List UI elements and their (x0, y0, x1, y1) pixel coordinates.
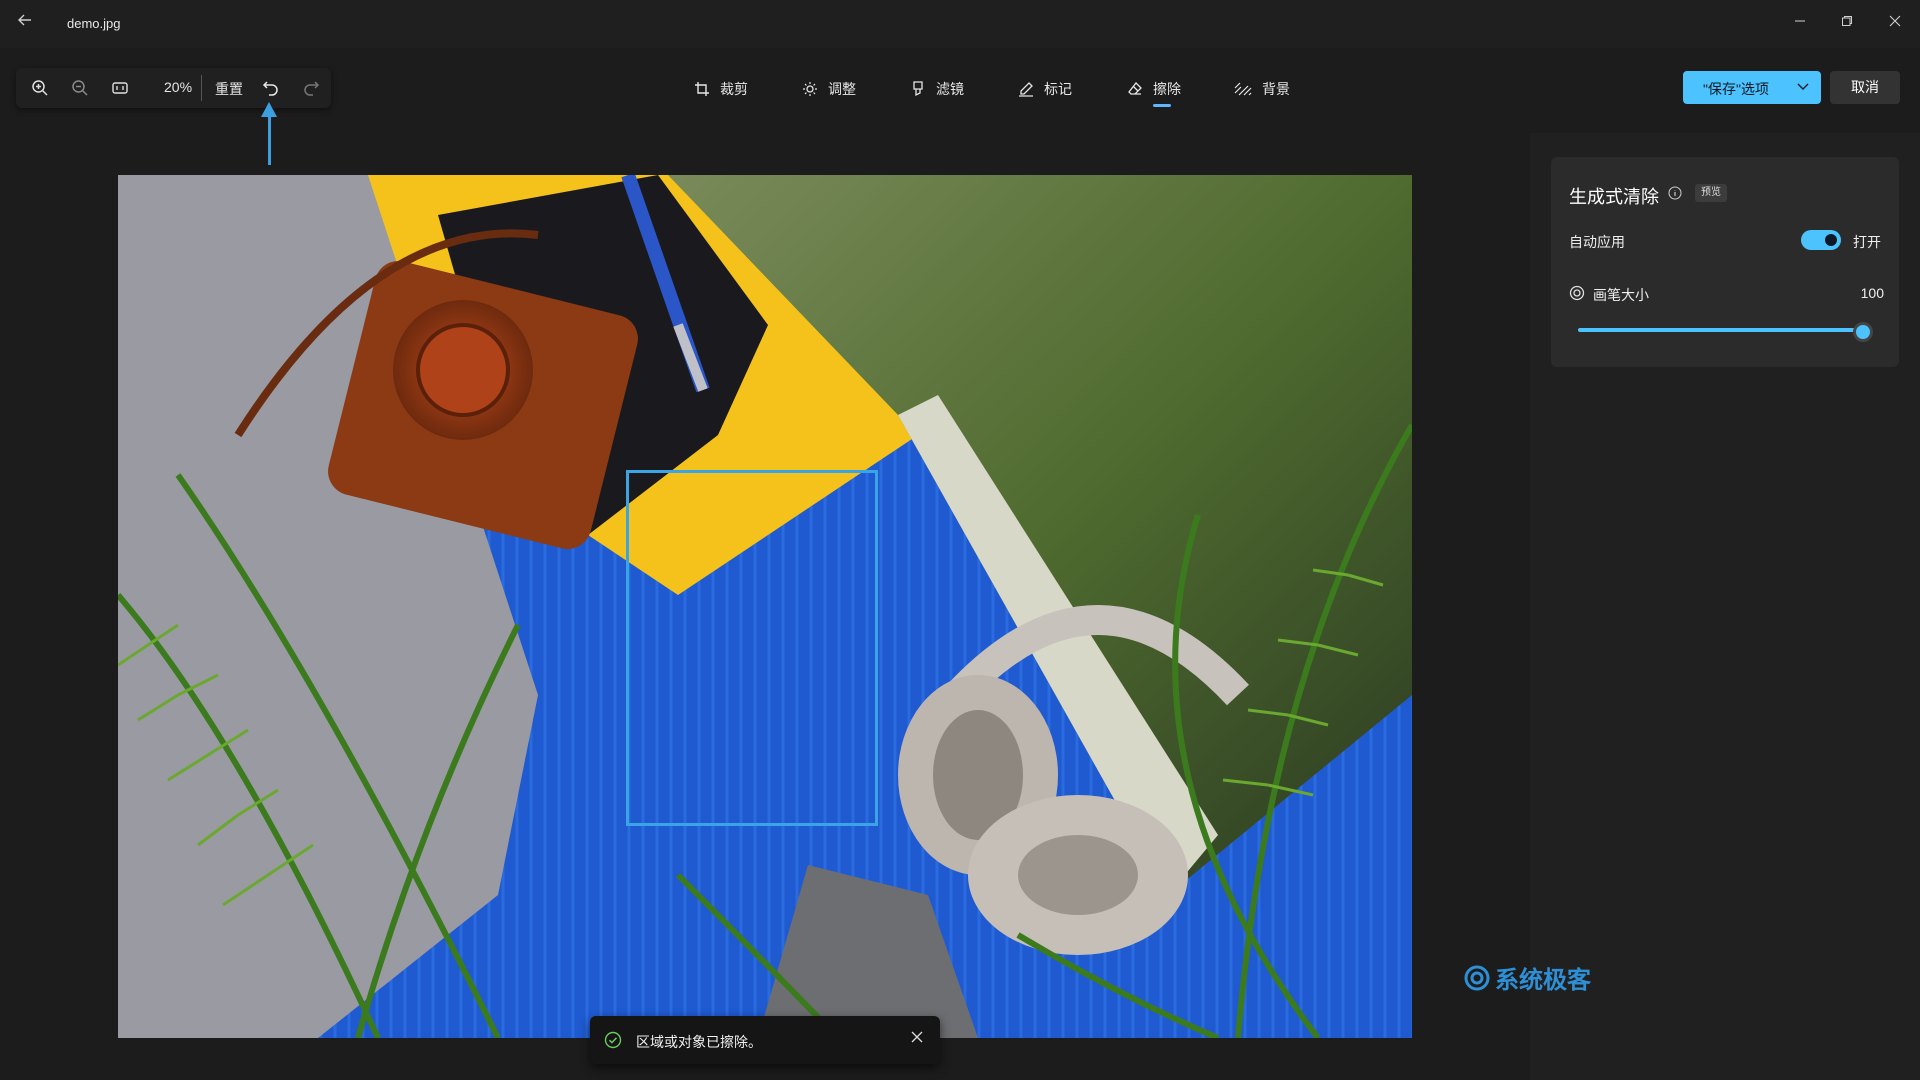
minimize-icon[interactable] (1785, 10, 1815, 36)
tab-label: 调整 (828, 81, 856, 97)
back-arrow-icon[interactable] (14, 12, 36, 34)
tab-label: 裁剪 (720, 81, 748, 97)
auto-apply-state: 打开 (1853, 234, 1881, 250)
filter-icon (913, 81, 923, 97)
title-bar: demo.jpg (0, 0, 1920, 48)
info-icon[interactable] (1668, 186, 1682, 200)
tab-background[interactable]: 背景 (1234, 74, 1290, 104)
auto-apply-toggle[interactable] (1801, 230, 1841, 250)
watermark: 系统极客 (1463, 960, 1591, 995)
tab-label: 背景 (1262, 81, 1290, 97)
brush-size-icon (1569, 285, 1585, 301)
tab-markup[interactable]: 标记 (1018, 74, 1072, 104)
panel-title: 生成式清除 (1569, 187, 1659, 207)
eraser-icon (1128, 82, 1142, 95)
brush-size-label: 画笔大小 (1593, 287, 1649, 303)
erase-selection-box[interactable] (626, 470, 878, 826)
photo-canvas[interactable] (118, 175, 1412, 1038)
window-title: demo.jpg (67, 16, 121, 31)
watermark-text: 系统极客 (1495, 967, 1591, 994)
toast-notification: 区域或对象已擦除。 (590, 1016, 940, 1064)
chevron-down-icon (1797, 83, 1809, 90)
generative-erase-card: 生成式清除 预览 自动应用 打开 画笔大小 100 (1551, 157, 1899, 367)
annotation-arrow (268, 115, 271, 165)
toast-message: 区域或对象已擦除。 (636, 1034, 762, 1050)
restore-icon[interactable] (1832, 10, 1862, 36)
tab-crop[interactable]: 裁剪 (694, 74, 748, 104)
save-options-button[interactable]: "保存"选项 (1683, 71, 1821, 104)
watermark-logo-icon (1464, 965, 1490, 990)
close-icon[interactable] (908, 1030, 926, 1048)
tab-adjust[interactable]: 调整 (802, 74, 856, 104)
brightness-icon (803, 82, 817, 96)
tab-label: 滤镜 (936, 81, 964, 97)
pen-icon (1019, 82, 1033, 97)
tab-label: 标记 (1044, 81, 1072, 97)
brush-size-slider-thumb[interactable] (1853, 322, 1873, 342)
auto-apply-label: 自动应用 (1569, 234, 1625, 250)
cancel-button[interactable]: 取消 (1830, 71, 1900, 104)
save-options-label: "保存"选项 (1703, 81, 1769, 97)
tab-label: 擦除 (1153, 81, 1181, 97)
background-icon (1234, 82, 1252, 96)
preview-badge: 预览 (1695, 184, 1727, 202)
success-check-icon (604, 1031, 622, 1049)
brush-size-slider[interactable] (1578, 328, 1863, 332)
tab-filter[interactable]: 滤镜 (910, 74, 964, 104)
active-tab-indicator (1153, 104, 1171, 107)
close-icon[interactable] (1880, 10, 1910, 36)
crop-icon (695, 82, 709, 96)
edit-tabs: 裁剪 调整 滤镜 标记 擦除 背景 (0, 74, 1920, 114)
tab-erase[interactable]: 擦除 (1127, 74, 1181, 104)
toggle-knob (1825, 234, 1837, 246)
brush-size-value: 100 (1860, 285, 1884, 301)
